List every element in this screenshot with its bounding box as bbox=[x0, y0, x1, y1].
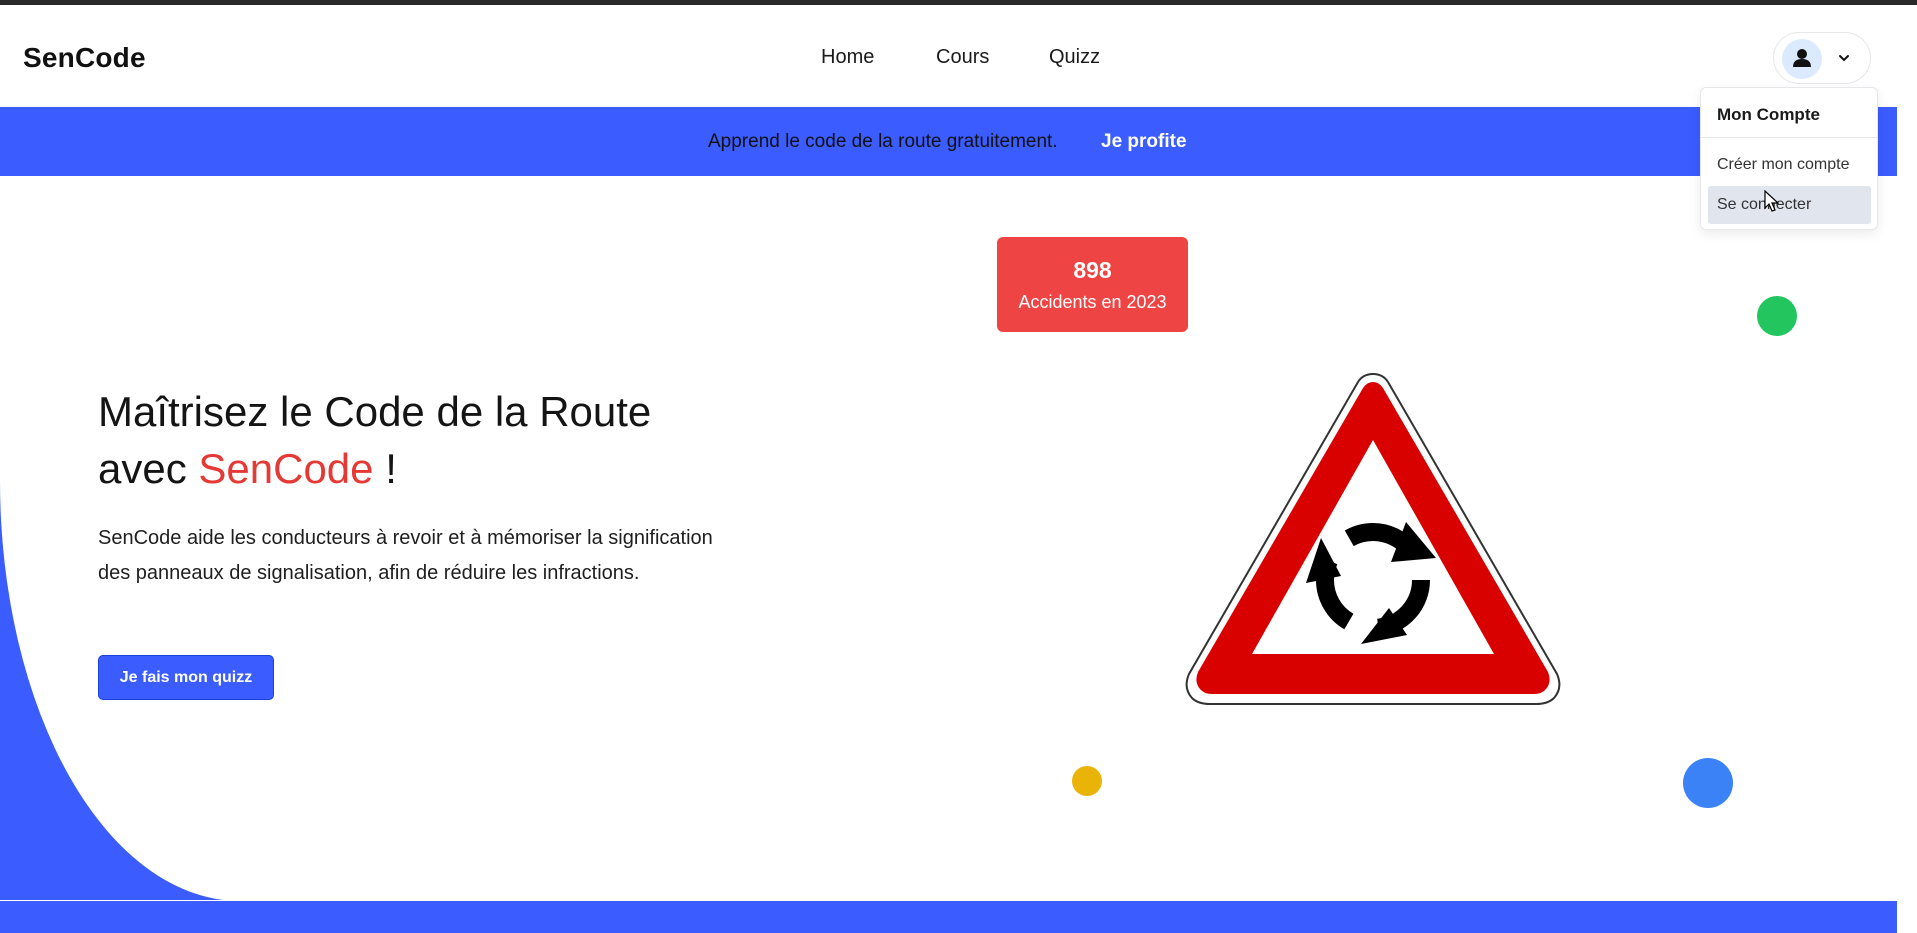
account-menu-title: Mon Compte bbox=[1717, 105, 1820, 124]
decorative-dot-green bbox=[1757, 296, 1797, 336]
brand-logo[interactable]: SenCode bbox=[23, 42, 146, 74]
decorative-dot-blue bbox=[1683, 758, 1733, 808]
nav-link-cours[interactable]: Cours bbox=[936, 46, 989, 69]
page: SenCode Home Cours Quizz Apprend le code… bbox=[0, 0, 1917, 933]
promo-link[interactable]: Je profite bbox=[1101, 131, 1187, 153]
stat-value: 898 bbox=[1073, 257, 1112, 283]
menu-divider bbox=[1701, 137, 1877, 138]
navbar: SenCode Home Cours Quizz bbox=[0, 5, 1917, 107]
account-dropdown-menu: Mon Compte Créer mon compte Se connecter bbox=[1700, 87, 1878, 230]
bottom-band bbox=[0, 901, 1897, 933]
menu-item-login[interactable]: Se connecter bbox=[1708, 186, 1871, 224]
stat-label: Accidents en 2023 bbox=[1018, 292, 1167, 312]
mouse-cursor-icon bbox=[1764, 190, 1780, 212]
roundabout-warning-sign-icon bbox=[1185, 372, 1561, 705]
avatar bbox=[1782, 39, 1822, 79]
menu-item-create-account[interactable]: Créer mon compte bbox=[1708, 146, 1871, 184]
hero-title-suffix: ! bbox=[373, 445, 397, 492]
quiz-button[interactable]: Je fais mon quizz bbox=[98, 655, 274, 700]
decorative-dot-yellow bbox=[1072, 766, 1102, 796]
nav-link-home[interactable]: Home bbox=[821, 46, 874, 69]
promo-banner: Apprend le code de la route gratuitement… bbox=[0, 107, 1897, 176]
hero-title-brand: SenCode bbox=[198, 445, 374, 492]
promo-text: Apprend le code de la route gratuitement… bbox=[708, 131, 1058, 152]
chevron-down-icon bbox=[1839, 55, 1849, 62]
stat-card: 898 Accidents en 2023 bbox=[997, 237, 1188, 332]
nav-link-quizz[interactable]: Quizz bbox=[1049, 46, 1100, 69]
user-icon bbox=[1793, 49, 1811, 67]
hero-description: SenCode aide les conducteurs à revoir et… bbox=[98, 527, 713, 584]
hero-title: Maîtrisez le Code de la Route avec SenCo… bbox=[98, 383, 738, 497]
account-menu-button[interactable] bbox=[1773, 32, 1871, 84]
